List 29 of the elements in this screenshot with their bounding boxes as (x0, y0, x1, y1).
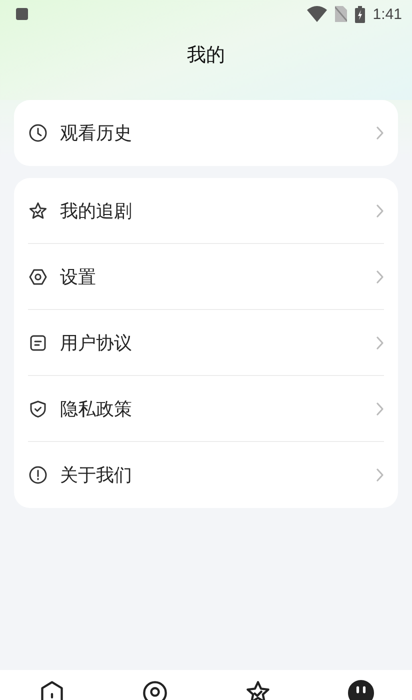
star-icon (28, 200, 48, 220)
nav-tab[interactable] (346, 680, 374, 700)
menu-item[interactable]: 用户协议 (28, 310, 384, 376)
chevron-icon (376, 402, 384, 416)
nav-tab[interactable] (244, 680, 272, 700)
clock-icon (28, 123, 48, 143)
battery-icon (354, 6, 365, 22)
nav-tab[interactable] (140, 680, 168, 700)
target-icon (142, 680, 168, 700)
shield-icon (28, 398, 48, 418)
chevron-icon (376, 204, 384, 218)
info-icon (28, 465, 48, 485)
star-icon (244, 680, 270, 700)
settings-icon (28, 266, 48, 286)
no-sim-icon (334, 6, 347, 22)
menu-item[interactable]: 设置 (28, 244, 384, 310)
status-time: 1:41 (372, 6, 402, 22)
menu-item[interactable]: 观看历史 (28, 100, 384, 166)
chevron-icon (376, 126, 384, 140)
chevron-icon (376, 336, 384, 350)
chevron-icon (376, 468, 384, 482)
chevron-icon (376, 270, 384, 284)
home-icon (38, 680, 64, 700)
menu-item[interactable]: 隐私政策 (28, 376, 384, 442)
menu-item[interactable]: 我的追剧 (28, 178, 384, 244)
page-title: 我的 (187, 43, 225, 68)
menu-item[interactable]: 关于我们 (28, 442, 384, 508)
wifi-icon (306, 6, 327, 22)
document-icon (28, 332, 48, 352)
